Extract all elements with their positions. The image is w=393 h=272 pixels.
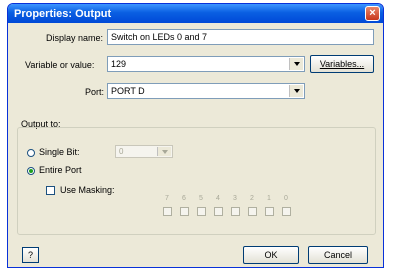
mask-bit-label: 0 (284, 195, 288, 202)
mask-bit-checkbox[interactable] (180, 207, 189, 216)
mask-bit-label: 2 (250, 195, 254, 202)
cancel-button-label: Cancel (323, 250, 352, 260)
entire-port-label: Entire Port (39, 165, 82, 175)
variable-dropdown-icon[interactable] (289, 58, 303, 70)
properties-dialog: Properties: Output × Display name: Switc… (7, 3, 384, 268)
mask-bit-label: 1 (267, 195, 271, 202)
port-label: Port: (85, 87, 105, 97)
mask-bit-checkbox[interactable] (265, 207, 274, 216)
single-bit-combo[interactable]: 0 (115, 145, 173, 158)
use-masking-label: Use Masking: (60, 185, 115, 195)
variable-value: 129 (111, 59, 127, 69)
mask-bit-checkbox[interactable] (231, 207, 240, 216)
display-name-field[interactable]: Switch on LEDs 0 and 7 (107, 29, 374, 45)
mask-bit-label: 4 (216, 195, 220, 202)
cancel-button[interactable]: Cancel (308, 246, 368, 264)
single-bit-dropdown-icon[interactable] (157, 147, 171, 156)
use-masking-checkbox[interactable] (46, 186, 55, 195)
ok-button-label: OK (264, 250, 278, 260)
variable-combo[interactable]: 129 (107, 56, 305, 72)
mask-bit-label: 6 (182, 195, 186, 202)
help-icon: ? (27, 250, 33, 260)
mask-bit-checkbox[interactable] (197, 207, 206, 216)
title-bar: Properties: Output × (8, 4, 383, 23)
ok-button[interactable]: OK (243, 246, 299, 264)
mask-bit-checkbox[interactable] (163, 207, 172, 216)
mask-bit-label: 3 (233, 195, 237, 202)
variables-button-label: Variables... (319, 59, 365, 69)
port-dropdown-icon[interactable] (289, 85, 303, 97)
mask-bit-label: 7 (165, 195, 169, 202)
dialog-title: Properties: Output (14, 7, 112, 20)
port-combo[interactable]: PORT D (107, 83, 305, 99)
entire-port-radio[interactable] (27, 167, 35, 175)
mask-bit-checkbox[interactable] (248, 207, 257, 216)
single-bit-radio[interactable] (27, 149, 35, 157)
single-bit-value: 0 (119, 147, 124, 156)
mask-bit-label: 5 (199, 195, 203, 202)
output-to-group: Single Bit: 0 Entire Port Use Masking: 7… (17, 127, 376, 235)
variable-label: Variable or value: (25, 60, 95, 70)
display-name-value: Switch on LEDs 0 and 7 (111, 32, 208, 42)
single-bit-label: Single Bit: (39, 147, 80, 157)
mask-bit-checkbox[interactable] (214, 207, 223, 216)
help-button[interactable]: ? (22, 247, 39, 263)
mask-bit-checkbox[interactable] (282, 207, 291, 216)
variables-button[interactable]: Variables... (310, 55, 374, 73)
port-value: PORT D (111, 86, 145, 96)
display-name-label: Display name: (46, 33, 104, 43)
close-button[interactable]: × (365, 6, 380, 21)
